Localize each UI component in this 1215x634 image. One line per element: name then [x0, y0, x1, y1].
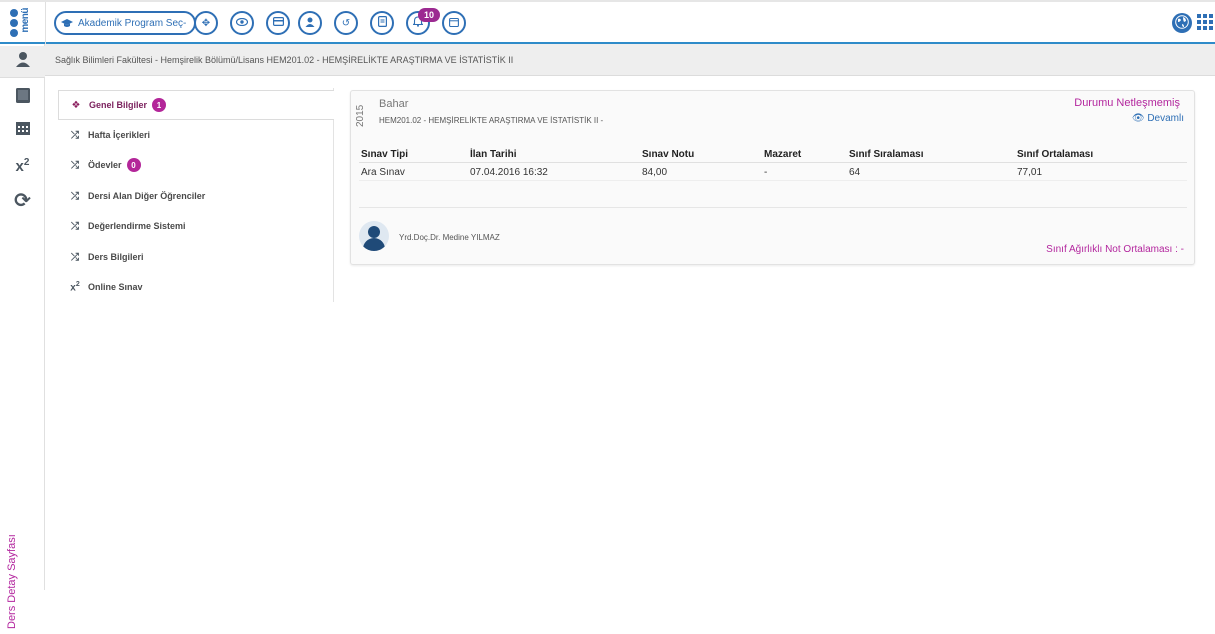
column-header: Sınıf Ortalaması	[1017, 149, 1094, 160]
divider	[359, 207, 1187, 208]
shuffle-icon: ⤮	[71, 190, 79, 202]
menu-item-label: Genel Bilgiler	[89, 100, 148, 110]
logo-dot	[10, 19, 18, 27]
compass-icon: ✥	[201, 17, 211, 29]
globe-icon	[1175, 14, 1189, 32]
course-menu: ❖ Genel Bilgiler 1 ⤮ Hafta İçerikleri ⤮ …	[58, 88, 334, 302]
book-icon	[15, 87, 31, 109]
page-vertical-label: Ders Detay Sayfası	[6, 534, 18, 629]
logo-dot	[10, 29, 18, 37]
menu-item-evaluation-system[interactable]: ⤮ Değerlendirme Sistemi	[58, 211, 334, 241]
document-button[interactable]	[370, 11, 394, 35]
academic-program-select-button[interactable]: Akademik Program Seç-	[54, 11, 197, 35]
profile-button[interactable]	[298, 11, 322, 35]
table-cell: 64	[849, 167, 861, 178]
shuffle-icon: ⤮	[71, 159, 79, 171]
column-header: Mazaret	[764, 149, 802, 160]
column-header: Sınav Notu	[642, 149, 695, 160]
notification-count-badge: 10	[418, 8, 440, 22]
document-icon	[377, 16, 387, 30]
history-icon: ↺	[341, 17, 351, 29]
sidebar-exam-button[interactable]: x2	[0, 150, 45, 182]
shuffle-icon: ⤮	[71, 220, 79, 232]
teacher-name: Yrd.Doç.Dr. Medine YILMAZ	[399, 233, 500, 242]
menu-item-label: Ödevler	[88, 160, 122, 170]
view-button[interactable]	[230, 11, 254, 35]
user-icon	[305, 17, 315, 30]
eye-icon	[235, 17, 249, 29]
menu-logo-button[interactable]: menü	[6, 6, 42, 40]
menu-item-assignments[interactable]: ⤮ Ödevler 0	[58, 150, 334, 180]
dropbox-icon: ❖	[71, 99, 81, 111]
calendar-icon	[449, 17, 459, 30]
column-header: İlan Tarihi	[470, 149, 517, 160]
logo-text: menü	[20, 8, 31, 33]
card-button[interactable]	[266, 11, 290, 35]
refresh-icon: ⟳	[14, 189, 31, 212]
menu-item-label: Değerlendirme Sistemi	[88, 221, 186, 231]
menu-item-weekly-content[interactable]: ⤮ Hafta İçerikleri	[58, 120, 334, 150]
top-bar: menü Akademik Program Seç- ✥ ↺ 10	[0, 0, 1215, 44]
superscript-icon: x2	[70, 280, 80, 294]
menu-item-label: Dersi Alan Diğer Öğrenciler	[88, 191, 206, 201]
left-sidebar: x2 ⟳ Ders Detay Sayfası	[0, 44, 45, 629]
column-header: Sınıf Sıralaması	[849, 149, 924, 160]
language-globe-button[interactable]	[1172, 13, 1192, 33]
menu-item-label: Online Sınav	[88, 282, 143, 292]
calendar-icon	[15, 120, 31, 141]
menu-item-online-exam[interactable]: x2 Online Sınav	[58, 272, 334, 302]
assignments-badge: 0	[126, 158, 141, 172]
academic-program-select-label: Akademik Program Seç-	[78, 17, 187, 29]
menu-item-label: Hafta İçerikleri	[88, 130, 151, 140]
weighted-average: Sınıf Ağırlıklı Not Ortalaması : -	[1046, 244, 1184, 255]
table-header-row: Sınav Tipi İlan Tarihi Sınav Notu Mazare…	[359, 145, 1187, 163]
superscript-icon: x2	[15, 157, 30, 175]
general-info-badge: 1	[152, 98, 167, 112]
divider	[45, 2, 46, 44]
table-cell: 84,00	[642, 167, 668, 178]
exam-table: Sınav Tipi İlan Tarihi Sınav Notu Mazare…	[359, 145, 1187, 181]
history-button[interactable]: ↺	[334, 11, 358, 35]
compass-button[interactable]: ✥	[194, 11, 218, 35]
apps-grid-icon[interactable]	[1197, 14, 1213, 30]
sidebar-calendar-button[interactable]	[0, 114, 45, 146]
sidebar-refresh-button[interactable]: ⟳	[0, 184, 45, 216]
exam-results-card: 2015 Bahar HEM201.02 - HEMŞİRELİKTE ARAŞ…	[350, 90, 1195, 265]
logo-dot	[10, 9, 18, 17]
table-cell: 77,01	[1017, 167, 1043, 178]
academic-year: 2015	[355, 104, 366, 127]
calendar-button[interactable]	[442, 11, 466, 35]
sidebar-profile-button[interactable]	[0, 46, 45, 78]
user-icon	[15, 51, 31, 72]
menu-item-course-info[interactable]: ⤮ Ders Bilgileri	[58, 242, 334, 272]
column-header: Sınav Tipi	[361, 149, 409, 160]
eye-icon: 👁	[1131, 113, 1145, 124]
shuffle-icon: ⤮	[71, 251, 79, 263]
table-cell: 07.04.2016 16:32	[470, 167, 548, 178]
details-link[interactable]: 👁 Devamlı	[1132, 113, 1184, 124]
term-label: Bahar	[379, 98, 409, 110]
menu-item-other-students[interactable]: ⤮ Dersi Alan Diğer Öğrenciler	[58, 181, 334, 211]
graduation-cap-icon	[59, 15, 75, 31]
menu-item-general-info[interactable]: ❖ Genel Bilgiler 1	[58, 90, 334, 120]
teacher-avatar	[359, 221, 389, 251]
table-row: Ara Sınav 07.04.2016 16:32 84,00 - 64 77…	[359, 163, 1187, 181]
breadcrumb-text: Sağlık Bilimleri Fakültesi - Hemşirelik …	[55, 54, 514, 65]
details-link-label: Devamlı	[1147, 113, 1184, 124]
status-label: Durumu Netleşmemiş	[1074, 97, 1180, 109]
sidebar-courses-button[interactable]	[0, 82, 45, 114]
course-subtitle: HEM201.02 - HEMŞİRELİKTE ARAŞTIRMA VE İS…	[379, 116, 604, 125]
breadcrumb: Sağlık Bilimleri Fakültesi - Hemşirelik …	[45, 44, 1215, 76]
table-cell: Ara Sınav	[361, 167, 405, 178]
menu-item-label: Ders Bilgileri	[88, 252, 144, 262]
shuffle-icon: ⤮	[71, 129, 79, 141]
table-cell: -	[764, 167, 768, 178]
credit-card-icon	[272, 17, 284, 29]
